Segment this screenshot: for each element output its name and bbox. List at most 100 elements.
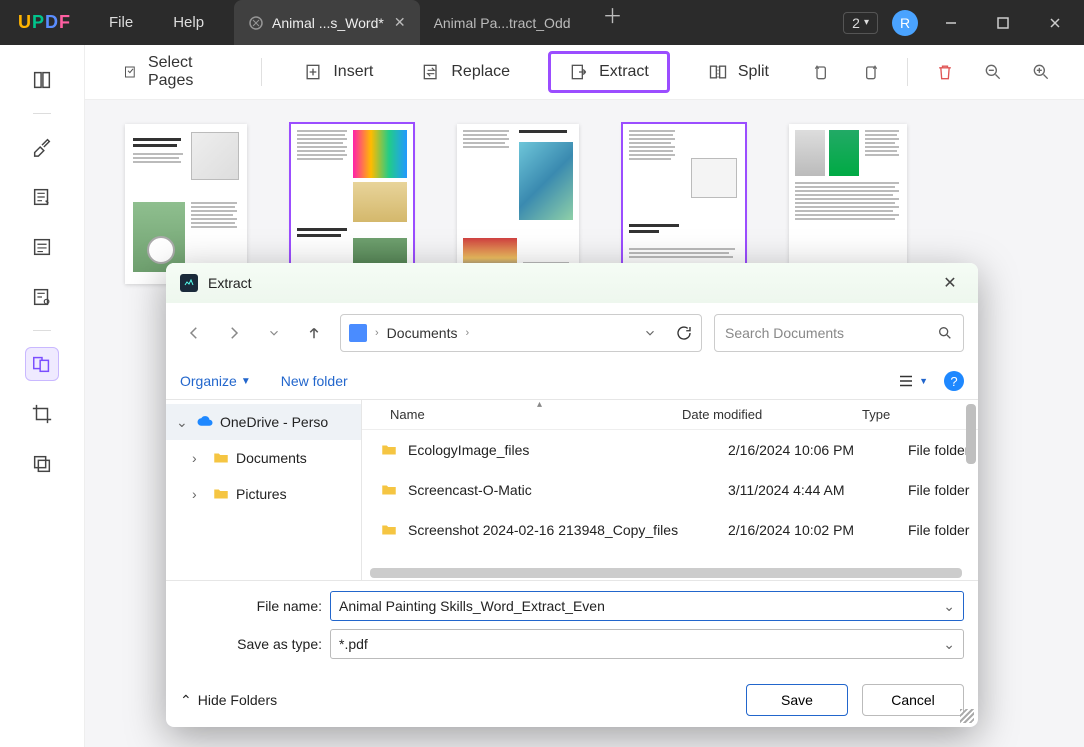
divider (33, 330, 51, 331)
tree-onedrive[interactable]: ⌄ OneDrive - Perso (166, 404, 361, 440)
folder-icon (380, 521, 398, 539)
nav-up-icon[interactable] (300, 319, 328, 347)
chevron-down-icon[interactable]: ⌄ (943, 598, 955, 615)
chevron-down-icon: ⌄ (176, 414, 190, 431)
thumbnail-page-1[interactable] (125, 124, 247, 284)
search-placeholder: Search Documents (725, 325, 844, 341)
document-tabs: Animal ...s_Word* ✕ Animal Pa...tract_Od… (234, 0, 640, 45)
thumbnail-page-4[interactable] (623, 124, 745, 284)
sidebar-crop-icon[interactable] (25, 397, 59, 431)
chevron-right-icon: › (465, 327, 469, 339)
tab-doc-icon (248, 15, 264, 31)
search-input[interactable]: Search Documents (714, 314, 964, 352)
file-list: Name ▴ Date modified Type EcologyImage_f… (362, 400, 978, 580)
select-pages-button[interactable]: Select Pages (113, 48, 229, 96)
dialog-titlebar: Extract ✕ (166, 263, 978, 303)
save-button[interactable]: Save (746, 684, 848, 716)
replace-icon (421, 62, 441, 82)
chevron-right-icon: › (375, 327, 379, 339)
horizontal-scrollbar[interactable] (370, 568, 962, 578)
thumbnail-page-5[interactable] (789, 124, 907, 284)
delete-icon[interactable] (930, 57, 960, 87)
split-button[interactable]: Split (698, 56, 779, 88)
dialog-title: Extract (208, 275, 252, 291)
menu-file[interactable]: File (109, 14, 133, 31)
view-mode-button[interactable]: ▼ (897, 372, 928, 390)
folder-icon (380, 441, 398, 459)
sidebar-ocr-icon[interactable] (25, 280, 59, 314)
window-close[interactable] (1036, 8, 1074, 38)
rotate-right-icon[interactable] (855, 57, 885, 87)
zoom-in-icon[interactable] (1026, 57, 1056, 87)
file-type: File folder (908, 482, 978, 498)
tab-close-icon[interactable]: ✕ (394, 14, 406, 31)
tree-pictures[interactable]: › Pictures (166, 476, 361, 512)
file-row[interactable]: EcologyImage_files 2/16/2024 10:06 PM Fi… (362, 430, 978, 470)
thumbnail-page-3[interactable] (457, 124, 579, 284)
hide-folders-button[interactable]: ⌃ Hide Folders (180, 692, 277, 709)
window-maximize[interactable] (984, 8, 1022, 38)
sidebar-reader-icon[interactable] (25, 63, 59, 97)
folder-icon (212, 485, 230, 503)
sidebar-organize-pages-icon[interactable] (25, 347, 59, 381)
menu-help[interactable]: Help (173, 14, 204, 31)
col-date[interactable]: Date modified (682, 407, 862, 422)
file-name: Screenshot 2024-02-16 213948_Copy_files (408, 522, 728, 538)
tab-label: Animal Pa...tract_Odd (434, 15, 571, 31)
nav-back-icon[interactable] (180, 319, 208, 347)
extract-button[interactable]: Extract (548, 51, 670, 93)
tree-label: Documents (236, 450, 307, 466)
separator (907, 58, 908, 86)
chevron-right-icon: › (192, 450, 206, 466)
add-tab-button[interactable]: ＋ (585, 0, 641, 45)
file-row[interactable]: Screencast-O-Matic 3/11/2024 4:44 AM Fil… (362, 470, 978, 510)
folder-icon (212, 449, 230, 467)
sidebar-edit-icon[interactable] (25, 180, 59, 214)
saveas-select[interactable]: *.pdf ⌄ (330, 629, 964, 659)
tab-inactive[interactable]: Animal Pa...tract_Odd (420, 0, 585, 45)
chevron-up-icon: ⌃ (180, 692, 192, 709)
tree-documents[interactable]: › Documents (166, 440, 361, 476)
sort-indicator-icon: ▴ (537, 399, 542, 410)
rotate-left-icon[interactable] (807, 57, 837, 87)
cloud-icon (196, 413, 214, 431)
extract-dialog: Extract ✕ › Documents › (166, 263, 978, 727)
dialog-close-icon[interactable]: ✕ (936, 269, 964, 297)
insert-button[interactable]: Insert (293, 56, 383, 88)
zoom-out-icon[interactable] (978, 57, 1008, 87)
dialog-body: ⌄ OneDrive - Perso › Documents › (166, 399, 978, 581)
breadcrumb-path[interactable]: › Documents › (340, 314, 702, 352)
chevron-down-icon: ▼ (919, 376, 928, 386)
divider (33, 113, 51, 114)
nav-recent-icon[interactable] (260, 319, 288, 347)
chevron-down-icon[interactable]: ⌄ (943, 636, 955, 653)
sidebar-form-icon[interactable] (25, 230, 59, 264)
thumbnail-page-2[interactable] (291, 124, 413, 284)
replace-button[interactable]: Replace (411, 56, 520, 88)
new-folder-button[interactable]: New folder (281, 373, 348, 389)
filename-input[interactable]: Animal Painting Skills_Word_Extract_Even… (330, 591, 964, 621)
organize-button[interactable]: Organize ▼ (180, 373, 251, 389)
cancel-button[interactable]: Cancel (862, 684, 964, 716)
select-pages-icon (123, 62, 138, 82)
left-sidebar (0, 45, 85, 747)
resize-grip[interactable] (960, 709, 974, 723)
sidebar-batch-icon[interactable] (25, 447, 59, 481)
help-icon[interactable]: ? (944, 371, 964, 391)
sidebar-highlighter-icon[interactable] (25, 130, 59, 164)
col-name[interactable]: Name (362, 407, 682, 422)
app-logo: UPDF (18, 12, 71, 33)
saveas-label: Save as type: (180, 636, 330, 652)
tab-active[interactable]: Animal ...s_Word* ✕ (234, 0, 420, 45)
nav-forward-icon[interactable] (220, 319, 248, 347)
user-avatar[interactable]: R (892, 10, 918, 36)
extract-icon (569, 62, 589, 82)
workspace-badge[interactable]: 2 ▾ (843, 12, 878, 34)
split-icon (708, 62, 728, 82)
col-type[interactable]: Type (862, 407, 978, 422)
path-dropdown-icon[interactable] (643, 326, 657, 340)
vertical-scrollbar[interactable] (966, 404, 976, 464)
file-row[interactable]: Screenshot 2024-02-16 213948_Copy_files … (362, 510, 978, 550)
refresh-icon[interactable] (675, 324, 693, 342)
window-minimize[interactable] (932, 8, 970, 38)
